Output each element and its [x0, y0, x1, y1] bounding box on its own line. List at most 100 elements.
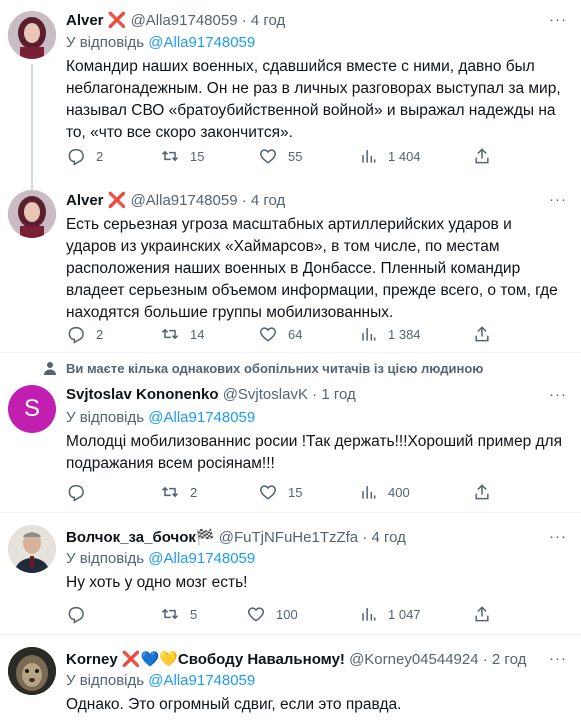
retweet-icon: [161, 608, 179, 620]
share-button[interactable]: [472, 324, 492, 344]
tweet-text: Есть серьезная угроза масштабных артилле…: [66, 216, 558, 321]
author-name[interactable]: Svjtoslav Kononenko: [66, 386, 219, 403]
views-icon: [362, 150, 376, 163]
share-icon: [475, 326, 489, 342]
reply-to-link[interactable]: @Alla91748059: [148, 34, 255, 51]
tweet-1[interactable]: Alver ❌ @Alla91748059 · 4 год ··· У відп…: [0, 0, 581, 182]
avatar-alver[interactable]: [8, 11, 56, 59]
tweet-2[interactable]: Alver ❌ @Alla91748059 · 4 год ··· Есть с…: [0, 182, 581, 352]
retweet-count: 5: [190, 606, 198, 622]
author-handle[interactable]: @Korney04544924: [349, 651, 479, 668]
share-icon: [475, 148, 489, 164]
like-button[interactable]: 100: [246, 604, 298, 624]
tweet-time[interactable]: 1 год: [321, 386, 355, 403]
reply-context: У відповідь @Alla91748059: [66, 409, 256, 426]
heart-icon: [259, 485, 277, 500]
views-count: 1 404: [388, 148, 421, 164]
tweet-text: Командир наших военных, сдавшийся вместе…: [66, 58, 561, 141]
views-button[interactable]: 400: [358, 482, 410, 502]
more-options-icon[interactable]: ···: [549, 650, 567, 667]
like-button[interactable]: 15: [258, 482, 302, 502]
reply-icon: [68, 485, 84, 502]
tweet-text: Однако. Это огромный сдвиг, если это пра…: [66, 696, 402, 713]
author-handle[interactable]: @Alla91748059: [131, 12, 238, 29]
reply-to-link[interactable]: @Alla91748059: [148, 550, 255, 567]
author-name-emoji: ❌💙💛Свободу Навальному!: [121, 651, 345, 668]
views-icon: [362, 486, 376, 499]
social-context: Ви маєте кілька однакових обопільних чит…: [66, 361, 484, 376]
tweet-text: Ну хоть у одно мозг есть!: [66, 574, 248, 591]
reply-context: У відповідь @Alla91748059: [66, 672, 256, 689]
tweet-time[interactable]: 4 год: [251, 12, 285, 29]
retweet-icon: [161, 486, 179, 498]
avatar-svjtoslav[interactable]: S: [8, 385, 56, 433]
avatar-korney[interactable]: [8, 647, 56, 695]
tweet-time[interactable]: 2 год: [492, 651, 526, 668]
author-name[interactable]: Alver: [66, 192, 104, 209]
author-handle[interactable]: @FuTjNFuHe1TzZfa: [219, 529, 358, 546]
thread-line: [31, 64, 33, 182]
tweet-header: Волчок_за_бочок🏁 @FuTjNFuHe1TzZfa · 4 го…: [66, 529, 406, 546]
views-button[interactable]: 1 404: [358, 146, 421, 166]
tweet-5[interactable]: Korney ❌💙💛Свободу Навальному! @Korney045…: [0, 635, 581, 722]
reply-count: 2: [96, 148, 104, 164]
like-count: 64: [288, 326, 303, 342]
more-options-icon[interactable]: ···: [549, 386, 567, 403]
heart-icon: [247, 607, 265, 622]
views-button[interactable]: 1 047: [358, 604, 421, 624]
retweet-button[interactable]: 14: [160, 324, 204, 344]
checkered-flag-icon: 🏁: [195, 529, 215, 546]
avatar-volchok[interactable]: [8, 525, 56, 573]
author-name[interactable]: Волчок_за_бочок: [66, 529, 196, 546]
heart-icon: [259, 327, 277, 342]
share-button[interactable]: [472, 146, 492, 166]
views-count: 400: [388, 484, 410, 500]
reply-count: 2: [96, 326, 104, 342]
reply-button[interactable]: [66, 482, 96, 502]
tweet-header: Korney ❌💙💛Свободу Навальному! @Korney045…: [66, 651, 527, 668]
author-handle[interactable]: @Alla91748059: [131, 192, 238, 209]
share-button[interactable]: [472, 604, 492, 624]
tweet-header: Alver ❌ @Alla91748059 · 4 год: [66, 12, 286, 29]
reply-icon: [68, 607, 84, 624]
share-button[interactable]: [472, 482, 492, 502]
share-icon: [475, 484, 489, 500]
like-button[interactable]: 55: [258, 146, 302, 166]
tweet-text: Молодці мобилизованнис росии !Так держат…: [66, 433, 562, 472]
retweet-button[interactable]: 5: [160, 604, 197, 624]
more-options-icon[interactable]: ···: [549, 528, 567, 545]
author-name[interactable]: Alver: [66, 12, 104, 29]
reply-icon: [68, 327, 84, 344]
reply-context: У відповідь @Alla91748059: [66, 34, 256, 51]
reply-to-link[interactable]: @Alla91748059: [148, 672, 255, 689]
x-badge-icon: ❌: [107, 192, 127, 209]
tweet-4[interactable]: Волчок_за_бочок🏁 @FuTjNFuHe1TzZfa · 4 го…: [0, 513, 581, 634]
avatar-alver[interactable]: [8, 190, 56, 238]
tweet-header: Svjtoslav Kononenko @SvjtoslavK · 1 год: [66, 386, 356, 403]
retweet-count: 15: [190, 148, 205, 164]
retweet-icon: [161, 150, 179, 162]
tweet-3[interactable]: Ви маєте кілька однакових обопільних чит…: [0, 353, 581, 512]
heart-icon: [259, 149, 277, 164]
author-handle[interactable]: @SvjtoslavK: [223, 386, 308, 403]
x-badge-icon: ❌: [107, 12, 127, 29]
like-button[interactable]: 64: [258, 324, 302, 344]
reply-icon: [68, 149, 84, 166]
tweet-time[interactable]: 4 год: [372, 529, 406, 546]
reply-button[interactable]: 2: [66, 146, 103, 166]
more-options-icon[interactable]: ···: [549, 11, 567, 28]
like-count: 100: [276, 606, 298, 622]
reply-to-link[interactable]: @Alla91748059: [148, 409, 255, 426]
views-button[interactable]: 1 384: [358, 324, 421, 344]
tweet-header: Alver ❌ @Alla91748059 · 4 год: [66, 192, 286, 209]
reply-button[interactable]: [66, 604, 96, 624]
retweet-button[interactable]: 2: [160, 482, 197, 502]
tweet-time[interactable]: 4 год: [251, 192, 285, 209]
more-options-icon[interactable]: ···: [549, 191, 567, 208]
thread-line: [31, 182, 33, 190]
retweet-count: 2: [190, 484, 198, 500]
views-icon: [362, 328, 376, 341]
retweet-button[interactable]: 15: [160, 146, 204, 166]
author-name[interactable]: Korney: [66, 651, 118, 668]
reply-button[interactable]: 2: [66, 324, 103, 344]
